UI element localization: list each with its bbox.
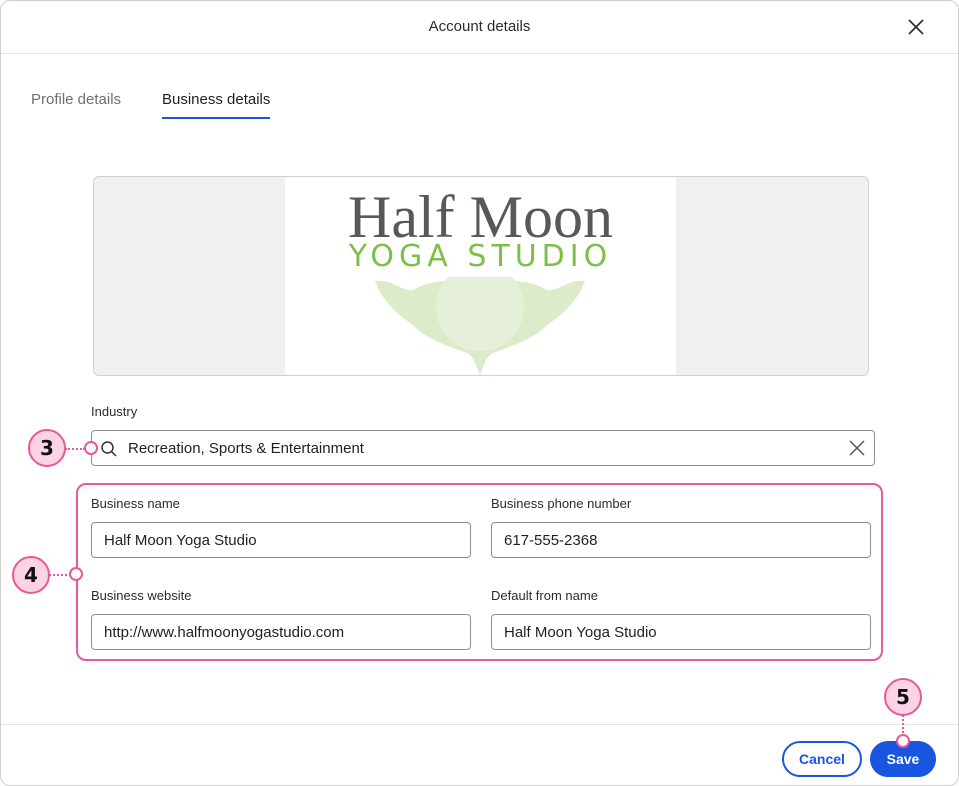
logo-subtitle: YOGA STUDIO: [348, 239, 613, 274]
business-website-label: Business website: [91, 588, 192, 603]
tab-business-details[interactable]: Business details: [162, 91, 271, 119]
close-icon[interactable]: [848, 439, 866, 457]
business-logo: Half Moon YOGA STUDIO: [285, 177, 676, 375]
industry-search-input[interactable]: Recreation, Sports & Entertainment: [91, 430, 875, 466]
business-website-field[interactable]: http://www.halfmoonyogastudio.com: [91, 614, 471, 650]
business-phone-field[interactable]: 617-555-2368: [491, 522, 871, 558]
callout-3-connector: [65, 448, 85, 450]
callout-3-dot: [84, 441, 98, 455]
callout-3-badge: 3: [28, 429, 66, 467]
callout-4-dot: [69, 567, 83, 581]
close-icon[interactable]: [905, 16, 927, 38]
logo-preview[interactable]: Half Moon YOGA STUDIO: [93, 176, 869, 376]
industry-label: Industry: [91, 404, 138, 419]
cancel-button[interactable]: Cancel: [782, 741, 862, 777]
callout-4-connector: [49, 574, 71, 576]
business-name-label: Business name: [91, 496, 180, 511]
callout-4-badge: 4: [12, 556, 50, 594]
lotus-graphic: [375, 277, 585, 375]
callout-5-dot: [896, 734, 910, 748]
tab-profile-details[interactable]: Profile details: [31, 91, 121, 117]
business-phone-label: Business phone number: [491, 496, 632, 511]
dialog-title: Account details: [428, 18, 531, 35]
industry-value: Recreation, Sports & Entertainment: [128, 440, 364, 457]
account-details-dialog: Account details Profile details Business…: [0, 0, 959, 786]
callout-5-badge: 5: [884, 678, 922, 716]
business-name-field[interactable]: Half Moon Yoga Studio: [91, 522, 471, 558]
default-from-name-field[interactable]: Half Moon Yoga Studio: [491, 614, 871, 650]
search-icon: [101, 441, 117, 457]
dialog-header: Account details: [1, 1, 958, 54]
default-from-name-label: Default from name: [491, 588, 598, 603]
